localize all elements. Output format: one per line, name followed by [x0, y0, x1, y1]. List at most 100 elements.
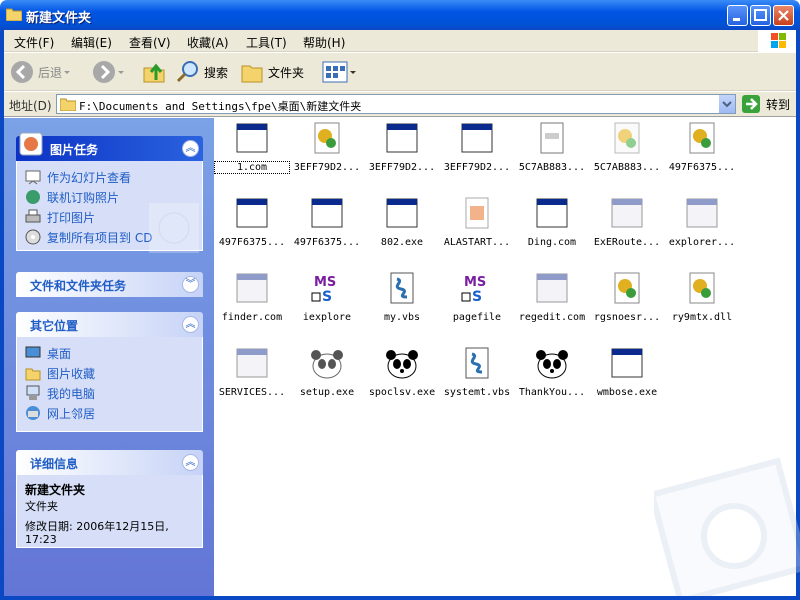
menu-file[interactable]: 文件(F) [14, 34, 54, 51]
file-item[interactable]: Ding.com [515, 196, 589, 248]
file-name: 497F6375... [218, 237, 286, 248]
window-icon [386, 123, 418, 153]
window-faded-icon [611, 198, 643, 228]
file-item[interactable]: SERVICES... [215, 346, 289, 398]
task-slideshow[interactable]: 作为幻灯片查看 [25, 167, 194, 187]
watermark-picture-icon [654, 457, 800, 596]
menu-bar: 文件(F) 编辑(E) 查看(V) 收藏(A) 工具(T) 帮助(H) [4, 30, 796, 52]
svg-text:MS: MS [314, 275, 336, 290]
other-places-header[interactable]: 其它位置 ︽ [16, 312, 203, 337]
file-name: 497F6375... [293, 237, 361, 248]
forward-button[interactable] [92, 59, 126, 85]
file-item[interactable]: 3EFF79D2... [440, 121, 514, 173]
file-name: pagefile [452, 312, 502, 323]
ms-icon: MSS [461, 274, 491, 305]
go-button[interactable]: 转到 [742, 95, 790, 113]
file-item[interactable]: my.vbs [365, 271, 439, 323]
address-input[interactable]: F:\Documents and Settings\fpe\桌面\新建文件夹 [56, 94, 736, 114]
file-name: explorer... [668, 237, 736, 248]
file-item[interactable]: ry9mtx.dll [665, 271, 739, 323]
minimize-icon [733, 18, 740, 21]
panda-icon [386, 350, 418, 379]
menu-tools[interactable]: 工具(T) [246, 34, 287, 51]
collapse-chevron-icon[interactable]: ︽ [182, 454, 199, 471]
search-button[interactable]: 搜索 [176, 59, 228, 85]
globe-icon [26, 190, 40, 204]
collapse-chevron-icon[interactable]: ︽ [182, 140, 199, 157]
up-folder-button[interactable] [142, 59, 166, 85]
collapse-chevron-icon[interactable]: ︽ [182, 316, 199, 333]
details-panel: 详细信息 ︽ 新建文件夹 文件夹 修改日期: 2006年12月15日, 17:2… [16, 450, 203, 548]
file-item[interactable]: 497F6375... [290, 196, 364, 248]
file-name: setup.exe [299, 387, 355, 398]
file-item[interactable]: MS S pagefile [440, 271, 514, 323]
window-icon [236, 198, 268, 228]
desktop-icon [25, 346, 41, 358]
close-button[interactable] [773, 5, 794, 26]
details-body: 新建文件夹 文件夹 修改日期: 2006年12月15日, 17:23 [16, 475, 203, 548]
file-item[interactable]: 1.com [214, 121, 290, 174]
my-pictures-icon [25, 368, 41, 381]
folder-icon [6, 8, 22, 21]
maximize-icon [754, 9, 767, 21]
task-copy-to-cd-label: 复制所有项目到 CD [47, 230, 153, 245]
maximize-button[interactable] [750, 5, 771, 26]
file-item[interactable]: 5C7AB883... [515, 121, 589, 173]
window-icon [236, 123, 268, 153]
file-item[interactable]: rgsnoesr... [590, 271, 664, 323]
details-type: 文件夹 [25, 500, 58, 513]
place-my-computer[interactable]: 我的电脑 [25, 383, 194, 403]
place-desktop[interactable]: 桌面 [25, 343, 194, 363]
cd-icon [25, 229, 41, 245]
file-item[interactable]: MS Siexplore [290, 271, 364, 323]
script-icon [465, 347, 489, 379]
file-item[interactable]: setup.exe [290, 346, 364, 398]
file-item[interactable]: 497F6375... [215, 196, 289, 248]
folders-label: 文件夹 [268, 65, 305, 80]
file-name: SERVICES... [218, 387, 286, 398]
file-item[interactable]: ThankYou... [515, 346, 589, 398]
file-item[interactable]: wmbose.exe [590, 346, 664, 398]
file-item[interactable]: 497F6375... [665, 121, 739, 173]
menu-edit[interactable]: 编辑(E) [71, 34, 112, 51]
gear-icon [614, 272, 640, 304]
file-item[interactable]: ALASTART... [440, 196, 514, 248]
file-item[interactable]: 3EFF79D2... [290, 121, 364, 173]
folders-icon [241, 65, 263, 83]
menu-help[interactable]: 帮助(H) [303, 34, 345, 51]
file-item[interactable]: explorer... [665, 196, 739, 248]
file-item[interactable]: spoclsv.exe [365, 346, 439, 398]
file-item[interactable]: 5C7AB883... [590, 121, 664, 173]
title-bar[interactable]: 新建文件夹 [0, 0, 800, 30]
file-tasks-header[interactable]: 文件和文件夹任务 ︾ [16, 272, 203, 297]
file-item[interactable]: 802.exe [365, 196, 439, 248]
file-item[interactable]: systemt.vbs [440, 346, 514, 398]
place-network[interactable]: 网上邻居 [25, 403, 194, 423]
folders-button[interactable]: 文件夹 [240, 59, 304, 85]
back-button[interactable]: 后退 [10, 59, 72, 85]
window-faded-icon [236, 273, 268, 303]
svg-text:S: S [472, 289, 482, 305]
views-button[interactable] [322, 59, 358, 85]
file-item[interactable]: ExERoute... [590, 196, 664, 248]
place-my-pictures[interactable]: 图片收藏 [25, 363, 194, 383]
file-item[interactable]: 3EFF79D2... [365, 121, 439, 173]
minimize-button[interactable] [727, 5, 748, 26]
details-name: 新建文件夹 [25, 483, 86, 497]
place-desktop-label: 桌面 [47, 346, 72, 361]
menu-view[interactable]: 查看(V) [129, 34, 171, 51]
network-icon [26, 406, 40, 420]
file-item[interactable]: finder.com [215, 271, 289, 323]
file-item[interactable]: regedit.com [515, 271, 589, 323]
expand-chevron-icon[interactable]: ︾ [182, 276, 199, 293]
file-name: Ding.com [527, 237, 577, 248]
picture-tasks-header[interactable]: 图片任务 ︽ [16, 132, 203, 161]
panda-faded-icon [311, 350, 343, 379]
gear-icon [314, 122, 340, 154]
address-dropdown-button[interactable] [718, 95, 735, 113]
menu-favorites[interactable]: 收藏(A) [187, 34, 229, 51]
details-header[interactable]: 详细信息 ︽ [16, 450, 203, 475]
panda-icon [536, 350, 568, 379]
forward-arrow-icon [93, 61, 115, 83]
file-name: iexplore [302, 312, 352, 323]
